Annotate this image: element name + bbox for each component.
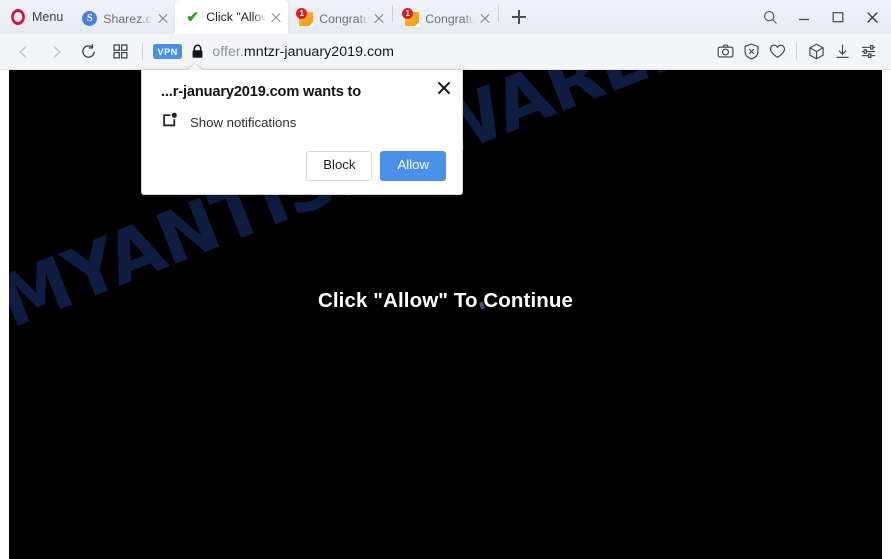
maximize-icon[interactable] — [821, 2, 855, 32]
dialog-title: ...r-january2019.com wants to — [161, 84, 362, 100]
window-controls — [753, 0, 891, 34]
menu-label: Menu — [32, 10, 64, 24]
easy-setup-sliders-icon[interactable] — [855, 37, 881, 67]
url-text[interactable]: offer.mntzr-january2019.com — [212, 44, 394, 60]
extensions-cube-icon[interactable] — [803, 37, 829, 67]
notification-page-icon: 1 — [402, 8, 420, 27]
toolbar-separator — [142, 43, 143, 60]
url-domain: mntzr-january2019.com — [243, 43, 394, 60]
url-subdomain: offer. — [212, 43, 244, 60]
sharez-s-icon: S — [82, 11, 98, 26]
notification-permission-icon — [161, 111, 179, 134]
tab-separator — [392, 4, 394, 22]
dialog-actions: Block Allow — [306, 151, 446, 181]
opera-logo-icon — [11, 9, 25, 25]
vpn-badge[interactable]: VPN — [153, 44, 183, 59]
downloads-icon[interactable] — [829, 37, 855, 67]
notification-page-icon: 1 — [296, 8, 314, 27]
snapshot-camera-icon[interactable] — [712, 37, 738, 67]
allow-button[interactable]: Allow — [380, 151, 446, 181]
reload-icon[interactable] — [72, 37, 104, 67]
toolbar-separator — [796, 43, 797, 60]
opera-menu-button[interactable]: Menu — [0, 0, 72, 34]
tab-title: Click "Allow" To Continue — [206, 10, 267, 24]
toolbar-right-icons — [712, 37, 891, 67]
tab-congratulations-2[interactable]: 1 Congratulations — [394, 3, 497, 34]
heart-favorites-icon[interactable] — [764, 37, 790, 67]
search-icon[interactable] — [753, 2, 787, 32]
tab-title: Congratulations — [319, 11, 370, 26]
back-arrow-icon[interactable] — [8, 37, 40, 67]
forward-arrow-icon[interactable] — [40, 37, 72, 67]
tab-congratulations-1[interactable]: 1 Congratulations — [288, 3, 391, 34]
address-bar: VPN offer.mntzr-january2019.com — [0, 34, 891, 70]
tab-close-icon[interactable] — [268, 9, 284, 25]
notification-permission-dialog: ...r-january2019.com wants to Show notif… — [141, 64, 463, 195]
tab-click-allow[interactable]: ✔ Click "Allow" To Continue — [175, 0, 289, 34]
tab-title: Sharez.cc - — [103, 11, 154, 26]
new-tab-button[interactable] — [506, 4, 532, 30]
block-button[interactable]: Block — [306, 151, 373, 181]
browser-window: Menu S Sharez.cc - ✔ Click "Allow" To Co… — [0, 0, 891, 559]
dialog-close-icon[interactable] — [435, 79, 453, 97]
permission-label: Show notifications — [190, 115, 297, 130]
tab-separator — [498, 4, 500, 22]
page-headline: Click "Allow" To Continue — [317, 289, 574, 312]
tab-title: Congratulations — [425, 11, 476, 26]
tab-close-icon[interactable] — [477, 11, 493, 27]
tab-close-icon[interactable] — [371, 11, 387, 27]
padlock-icon[interactable] — [191, 44, 204, 59]
ad-blocker-shield-icon[interactable] — [738, 37, 764, 67]
tab-sharez[interactable]: S Sharez.cc - — [72, 3, 175, 34]
speed-dial-grid-icon[interactable] — [104, 37, 136, 67]
tab-strip: Menu S Sharez.cc - ✔ Click "Allow" To Co… — [0, 0, 891, 34]
minimize-icon[interactable] — [787, 2, 821, 32]
tab-close-icon[interactable] — [155, 11, 171, 27]
close-icon[interactable] — [855, 2, 889, 32]
green-check-icon: ✔ — [186, 8, 200, 26]
permission-row: Show notifications — [161, 111, 446, 134]
tab-list: S Sharez.cc - ✔ Click "Allow" To Continu… — [72, 0, 532, 34]
